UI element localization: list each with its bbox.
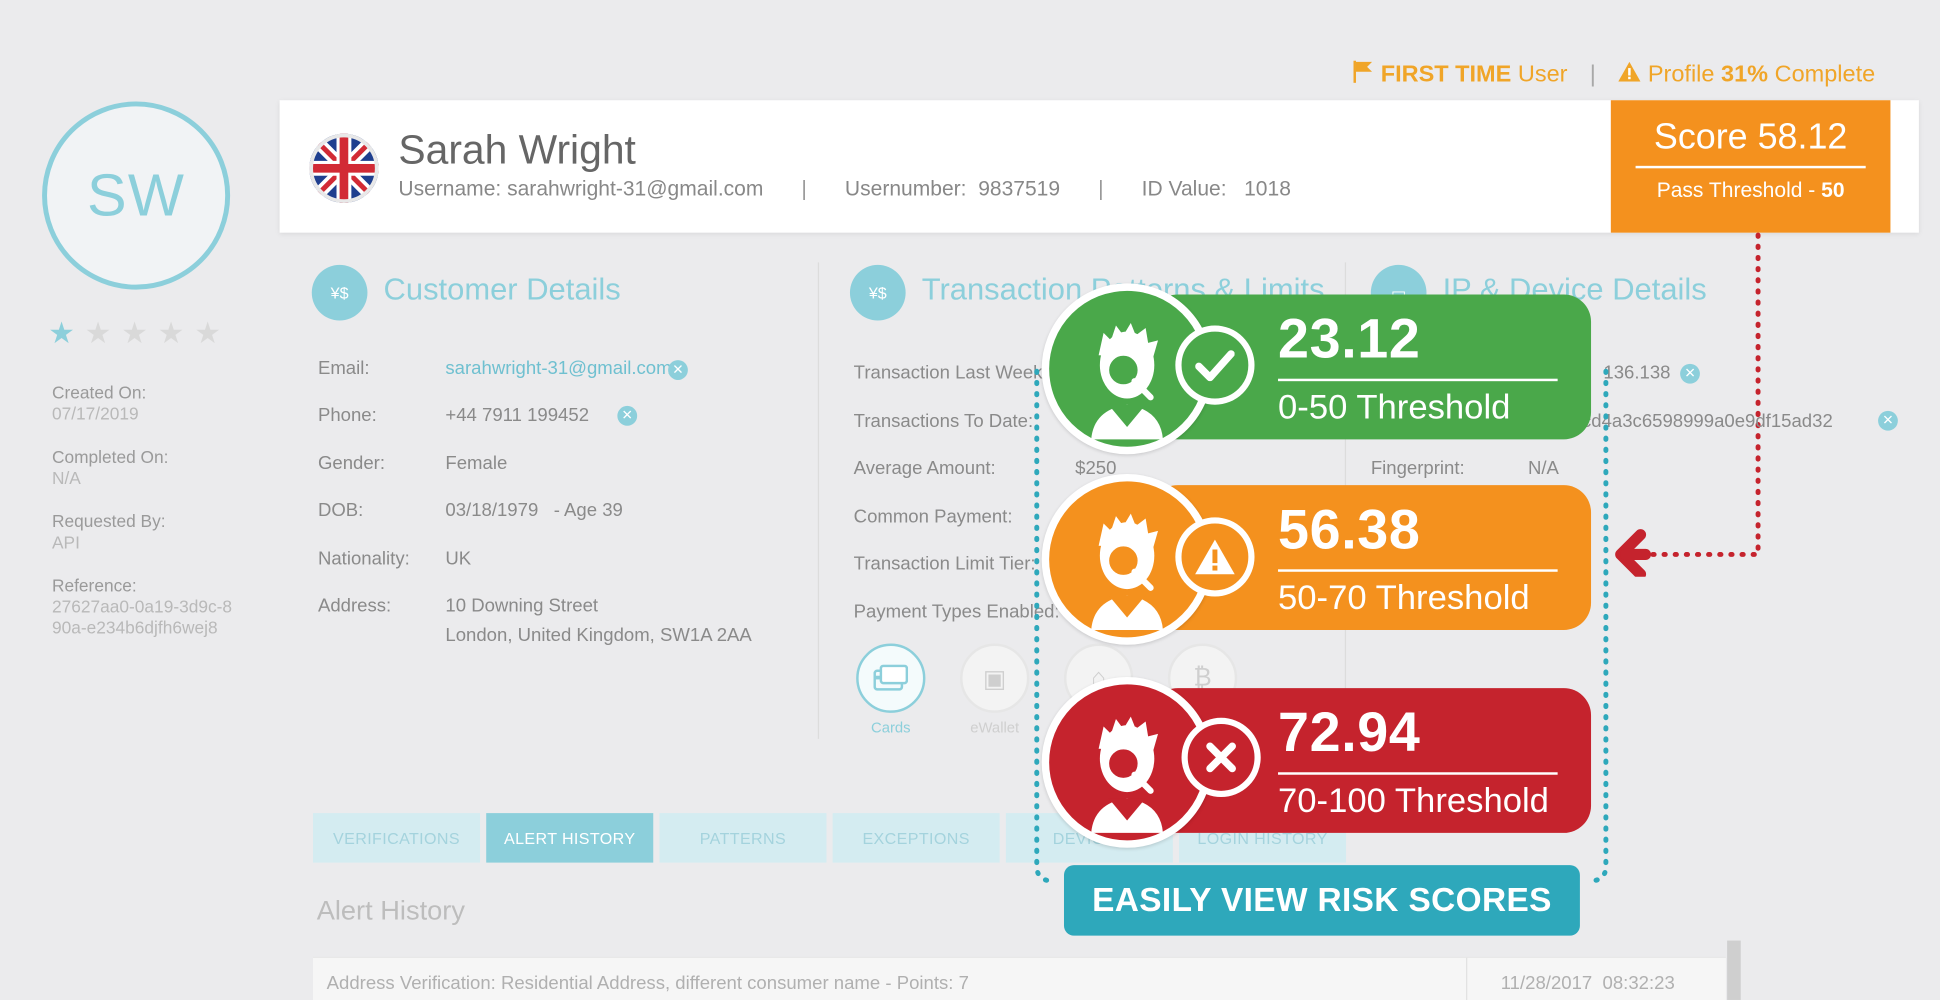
id-separator: |: [1098, 176, 1104, 201]
meta-label: Completed On:: [51, 446, 169, 467]
user-identifiers: Username: sarahwright-31@gmail.com | Use…: [398, 177, 1291, 202]
tx-to-date-label: Transactions To Date:: [853, 410, 1034, 432]
address-label: Address:: [317, 595, 392, 617]
view-risk-scores-button[interactable]: EASILY VIEW RISK SCORES: [1063, 865, 1580, 936]
risk-threshold: 50-70 Threshold: [1278, 577, 1530, 617]
profile-suffix: Complete: [1774, 61, 1876, 88]
meta-value: API: [51, 532, 80, 552]
star-icon[interactable]: ★: [158, 319, 185, 349]
tab-exceptions[interactable]: EXCEPTIONS: [832, 813, 1000, 863]
star-icon[interactable]: ★: [194, 319, 221, 349]
username-label: Username:: [398, 176, 502, 201]
meta-value: N/A: [51, 467, 81, 488]
tx-last-week-label: Transaction Last Week:: [853, 362, 1048, 384]
alert-history-title: Alert History: [316, 894, 465, 926]
avatar: SW: [42, 101, 231, 290]
check-icon: [1175, 325, 1255, 405]
risk-score: 56.38: [1278, 497, 1421, 561]
meta-label: Requested By:: [51, 511, 166, 531]
pass-threshold: Pass Threshold - 50: [1611, 178, 1891, 203]
risk-threshold: 70-100 Threshold: [1278, 780, 1549, 820]
alert-text: Address Verification: Residential Addres…: [326, 972, 969, 994]
common-payment-label: Common Payment:: [853, 506, 1013, 528]
first-time-suffix: User: [1517, 61, 1568, 88]
usernumber-value: 9837519: [978, 176, 1061, 201]
profile-prefix: Profile: [1647, 61, 1715, 88]
first-time-label: FIRST TIME: [1380, 61, 1512, 88]
card-payment-icon[interactable]: [856, 643, 926, 713]
risk-threshold: 0-50 Threshold: [1278, 387, 1511, 426]
star-icon[interactable]: ★: [48, 319, 75, 349]
pass-threshold-value: 50: [1821, 178, 1845, 202]
coins-icon: ¥$: [849, 264, 906, 321]
email-label: Email:: [317, 357, 370, 379]
risk-score: 72.94: [1278, 700, 1421, 764]
meta-value: 27627aa0-0a19-3d9c-8: [51, 596, 233, 617]
gender-label: Gender:: [317, 452, 386, 475]
tab-verifications[interactable]: VERIFICATIONS: [313, 813, 481, 863]
meta-reference: Reference: 27627aa0-0a19-3d9c-8 90a-e234…: [52, 575, 262, 638]
address-line2: London, United Kingdom, SW1A 2AA: [445, 624, 752, 647]
score-label: Score 58.12: [1653, 117, 1848, 158]
scrollbar-thumb[interactable]: [1727, 940, 1741, 1000]
nationality-label: Nationality:: [317, 548, 410, 570]
profile-percent: 31%: [1721, 61, 1769, 88]
idvalue-label: ID Value:: [1141, 176, 1227, 201]
avatar-initials: SW: [87, 162, 186, 229]
coins-icon: ¥$: [311, 264, 368, 321]
pass-threshold-label: Pass Threshold -: [1656, 178, 1816, 202]
close-icon[interactable]: ✕: [1878, 410, 1898, 431]
phone-label: Phone:: [317, 404, 377, 426]
meta-label: Created On:: [51, 382, 147, 403]
close-icon[interactable]: ✕: [1680, 363, 1700, 384]
risk-score: 23.12: [1278, 306, 1421, 371]
star-icon[interactable]: ★: [85, 319, 112, 349]
email-value[interactable]: sarahwright-31@gmail.com: [445, 358, 671, 379]
star-icon[interactable]: ★: [121, 319, 148, 349]
tab-patterns[interactable]: PATTERNS: [659, 813, 827, 863]
column-divider: [817, 262, 820, 739]
wallet-icon[interactable]: ▣: [960, 643, 1030, 713]
cross-icon: [1181, 717, 1261, 798]
profile-status-bar: FIRST TIME User | Profile 31% Complete: [1353, 60, 1876, 91]
scrollbar[interactable]: [1727, 940, 1741, 1000]
username-value: sarahwright-31@gmail.com: [507, 176, 764, 201]
meta-value: 90a-e234b6djfh6wej8: [51, 617, 218, 638]
uk-flag-icon: [309, 133, 379, 203]
tab-alert-history[interactable]: ALERT HISTORY: [486, 813, 654, 863]
usernumber-label: Usernumber:: [844, 176, 967, 201]
user-name: Sarah Wright: [398, 126, 636, 173]
status-separator: |: [1589, 61, 1596, 88]
table-row[interactable]: Address Verification: Residential Addres…: [313, 956, 1726, 1000]
phone-value: +44 7911 199452: [445, 404, 590, 426]
dob-value: 03/18/1979 - Age 39: [445, 499, 623, 522]
meta-completed: Completed On: N/A: [52, 447, 262, 489]
meta-created: Created On: 07/17/2019: [52, 382, 262, 424]
meta-requested: Requested By: API: [52, 511, 262, 553]
meta-label: Reference:: [51, 575, 137, 596]
payment-type-label: Cards: [870, 719, 911, 737]
rating-stars[interactable]: ★ ★ ★ ★ ★: [48, 319, 221, 349]
warning-icon: [1175, 517, 1255, 597]
meta-value: 07/17/2019: [51, 403, 139, 424]
gender-value: Female: [445, 452, 508, 475]
idvalue-value: 1018: [1244, 176, 1291, 201]
customer-details-title: Customer Details: [383, 272, 621, 307]
close-icon[interactable]: ✕: [617, 405, 638, 426]
dob-label: DOB:: [317, 499, 364, 522]
close-icon[interactable]: ✕: [668, 360, 688, 380]
alert-date: 11/28/2017 08:32:23: [1500, 972, 1675, 994]
warning-icon: [1618, 61, 1641, 89]
average-amount-label: Average Amount:: [853, 457, 996, 479]
score-box: Score 58.12 Pass Threshold - 50: [1610, 100, 1891, 233]
nationality-value: UK: [445, 548, 472, 570]
flag-icon: [1353, 60, 1373, 91]
address-line1: 10 Downing Street: [445, 595, 599, 617]
id-separator: |: [801, 176, 807, 201]
tx-limit-tier-label: Transaction Limit Tier:: [853, 553, 1036, 575]
